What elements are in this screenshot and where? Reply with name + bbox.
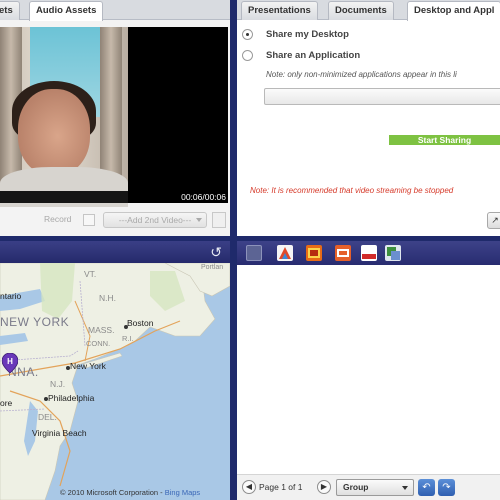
- map-label-new-york-state: NEW YORK: [0, 315, 70, 329]
- map-label-nh: N.H.: [99, 293, 116, 303]
- tab-presentations[interactable]: Presentations: [241, 1, 318, 20]
- image-tool-icon[interactable]: [277, 245, 293, 261]
- scroll-handle[interactable]: [212, 212, 226, 228]
- share-desktop-label[interactable]: Share my Desktop: [266, 29, 349, 40]
- map-pin-letter: H: [7, 357, 13, 366]
- record-checkbox[interactable]: [83, 214, 95, 226]
- video-timecode: 00:06/00:06: [181, 192, 226, 202]
- map-label-vt: VT.: [84, 269, 97, 279]
- add-second-video-select[interactable]: ---Add 2nd Video---: [103, 212, 207, 228]
- blank-page-icon[interactable]: [246, 245, 262, 261]
- tab-documents[interactable]: Documents: [328, 1, 394, 20]
- video-tabbar: ets Audio Assets: [0, 0, 230, 21]
- cursor-icon[interactable]: ↗: [487, 212, 500, 229]
- map-label-philadelphia: Philadelphia: [48, 393, 95, 403]
- map-copyright-text: © 2010 Microsoft Corporation: [60, 488, 159, 497]
- map-label-virginia-beach: Virginia Beach: [32, 428, 87, 438]
- video-player[interactable]: 00:06/00:06: [0, 27, 228, 207]
- map-copyright: © 2010 Microsoft Corporation - Bing Maps: [60, 488, 201, 497]
- tab-assets[interactable]: ets: [0, 1, 20, 20]
- map-header: ↺: [0, 241, 230, 263]
- app-root: ets Audio Assets 00:06/00:06 Record ---A…: [0, 0, 500, 500]
- map-label-nj: N.J.: [50, 379, 66, 389]
- map-label-boston: Boston: [127, 318, 154, 328]
- chevron-down-icon: [402, 486, 408, 490]
- map-label-mass: MASS.: [88, 325, 115, 335]
- share-application-radio[interactable]: [242, 50, 253, 61]
- film-icon[interactable]: [306, 245, 322, 261]
- map-label-new-york-city: New York: [70, 361, 106, 371]
- refresh-icon[interactable]: ↺: [210, 244, 222, 261]
- map-label-conn: CONN.: [86, 339, 111, 348]
- record-label: Record: [44, 214, 72, 224]
- map-label-ontario: ntario: [0, 291, 22, 301]
- share-panel: Presentations Documents Desktop and Appl…: [237, 0, 500, 236]
- document-footer: ◀ Page 1 of 1 ▶ Group ↶ ↷: [237, 474, 500, 500]
- next-page-button[interactable]: ▶: [317, 480, 331, 494]
- previous-page-button[interactable]: ◀: [242, 480, 256, 494]
- share-tabbar: Presentations Documents Desktop and Appl: [237, 0, 500, 21]
- map-pin-icon[interactable]: H: [2, 353, 18, 373]
- record-row: Record ---Add 2nd Video---: [0, 211, 228, 229]
- map-label-portland: Portlan: [201, 264, 224, 271]
- webcam-feed: [0, 27, 128, 207]
- powerpoint-icon[interactable]: [335, 245, 351, 261]
- streaming-warning: Note: It is recommended that video strea…: [250, 186, 454, 195]
- group-select[interactable]: Group: [336, 479, 414, 496]
- application-note: Note: only non-minimized applications ap…: [266, 70, 457, 79]
- city-marker-boston: [124, 325, 128, 329]
- map-label-baltimore: ore: [0, 398, 13, 408]
- share-application-label[interactable]: Share an Application: [266, 50, 360, 61]
- city-marker-philadelphia: [44, 397, 48, 401]
- document-toolbar: [237, 241, 500, 265]
- add-second-video-label: ---Add 2nd Video---: [118, 215, 192, 225]
- group-select-value: Group: [343, 482, 369, 492]
- map-label-del: DEL.: [38, 412, 57, 422]
- share-desktop-radio[interactable]: [242, 29, 253, 40]
- city-marker-new-york: [66, 366, 70, 370]
- bing-maps-link[interactable]: Bing Maps: [165, 488, 200, 497]
- pdf-icon[interactable]: [361, 245, 377, 261]
- application-list-field[interactable]: [264, 88, 500, 105]
- page-indicator: Page 1 of 1: [259, 482, 303, 492]
- undo-icon[interactable]: ↶: [418, 479, 435, 496]
- document-panel: ◀ Page 1 of 1 ▶ Group ↶ ↷: [237, 241, 500, 500]
- excel-icon[interactable]: [385, 245, 401, 261]
- tab-desktop-and-applications[interactable]: Desktop and Appl: [407, 1, 500, 21]
- chevron-down-icon: [196, 218, 202, 222]
- tab-audio-assets[interactable]: Audio Assets: [29, 1, 104, 21]
- start-sharing-button[interactable]: Start Sharing: [389, 135, 500, 145]
- map-panel[interactable]: ↺ VT. N.H. Portlan ntario NEW YORK MASS.…: [0, 241, 230, 500]
- redo-icon[interactable]: ↷: [438, 479, 455, 496]
- video-panel: ets Audio Assets 00:06/00:06 Record ---A…: [0, 0, 230, 236]
- map-label-ri: R.I.: [122, 334, 134, 343]
